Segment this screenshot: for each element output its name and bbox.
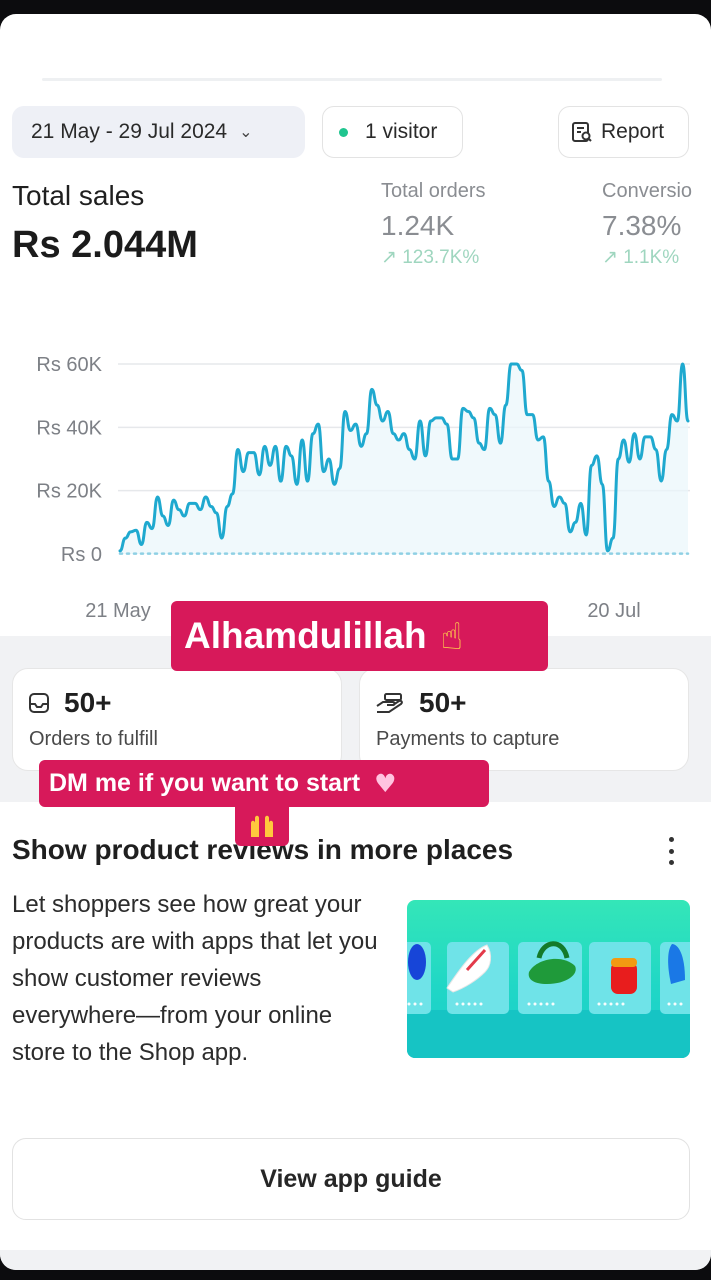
- orders-tray-icon: [29, 693, 49, 713]
- y-tick-label: Rs 20K: [36, 481, 102, 503]
- report-label: Report: [601, 120, 665, 143]
- sticker-top-text: Alhamdulillah: [184, 615, 427, 656]
- date-range-picker[interactable]: 21 May - 29 Jul 2024 ⌄: [12, 106, 305, 158]
- total-sales-label: Total sales: [12, 180, 145, 211]
- payments-to-capture-label: Payments to capture: [376, 728, 560, 750]
- live-dot-icon: [339, 127, 348, 137]
- conversion-change: ↗ 1.1K%: [602, 247, 680, 268]
- bottom-section-edge: [0, 1250, 711, 1270]
- top-divider: [42, 78, 662, 81]
- total-sales-value: Rs 2.044M: [12, 224, 198, 266]
- orders-count: 50+: [64, 687, 112, 718]
- x-tick-label: 21 May: [85, 600, 151, 622]
- sales-area-fill: [120, 364, 688, 554]
- y-tick-label: Rs 40K: [36, 417, 102, 439]
- report-button[interactable]: Report: [558, 106, 689, 158]
- orders-to-fulfill-card[interactable]: 50+ Orders to fulfill: [12, 668, 342, 771]
- y-tick-label: Rs 0: [61, 544, 102, 566]
- sticker-middle-text: DM me if you want to start: [49, 769, 361, 797]
- more-options-icon[interactable]: [660, 834, 682, 868]
- view-app-guide-button[interactable]: View app guide: [12, 1138, 690, 1220]
- report-icon: [572, 122, 592, 142]
- alhamdulillah-sticker: Alhamdulillah ☝: [171, 601, 548, 671]
- view-app-guide-label: View app guide: [260, 1164, 442, 1193]
- payments-count: 50+: [419, 687, 467, 718]
- payment-hand-icon: [376, 693, 403, 713]
- x-tick-label: 20 Jul: [587, 600, 640, 622]
- dm-me-sticker: DM me if you want to start ♥: [39, 760, 489, 807]
- raised-hands-sticker: [235, 806, 289, 846]
- date-range-label: 21 May - 29 Jul 2024: [31, 120, 228, 143]
- pointing-up-icon: ☝: [440, 614, 464, 658]
- total-orders-label[interactable]: Total orders: [381, 180, 486, 203]
- y-tick-label: Rs 60K: [36, 354, 102, 376]
- sales-line-chart[interactable]: Rs 60KRs 40KRs 20KRs 021 May10 Jun30 Jun…: [0, 324, 711, 634]
- conversion-label[interactable]: Conversio: [602, 180, 692, 203]
- total-orders-value: 1.24K: [381, 210, 455, 241]
- product-reviews-illustration: [407, 900, 690, 1058]
- conversion-value: 7.38%: [602, 210, 682, 241]
- orders-to-fulfill-label: Orders to fulfill: [29, 728, 158, 750]
- visitors-badge[interactable]: 1 visitor: [322, 106, 463, 158]
- sparkling-heart-icon: ♥: [374, 769, 397, 798]
- raised-hands-icon: [251, 815, 273, 837]
- total-orders-change: ↗ 123.7K%: [381, 247, 480, 268]
- feature-description: Let shoppers see how great your products…: [12, 891, 378, 1066]
- chevron-down-icon: ⌄: [239, 124, 253, 141]
- payments-to-capture-card[interactable]: 50+ Payments to capture: [359, 668, 689, 771]
- visitors-label: 1 visitor: [365, 120, 438, 143]
